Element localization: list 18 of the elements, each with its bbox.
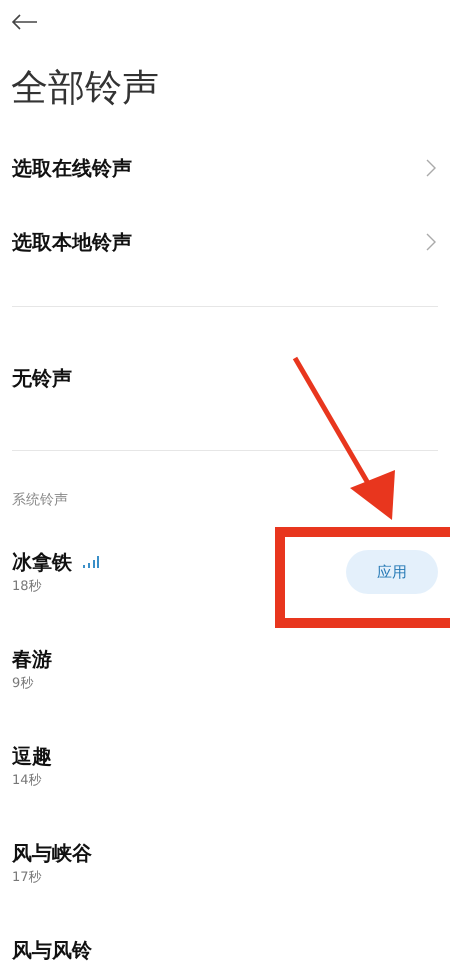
duration-label: 17秒: [12, 869, 43, 887]
chevron-right-icon: [426, 159, 436, 177]
ringtone-name[interactable]: 逗趣: [12, 742, 52, 770]
duration-label: 9秒: [12, 675, 34, 693]
back-arrow-icon[interactable]: [12, 14, 38, 30]
menu-item-label[interactable]: 选取在线铃声: [12, 154, 132, 182]
no-ringtone-option[interactable]: 无铃声: [12, 365, 72, 392]
apply-button[interactable]: 应用: [346, 550, 438, 594]
chevron-right-icon: [426, 233, 436, 251]
duration-label: 14秒: [12, 772, 43, 790]
duration-label: 18秒: [12, 578, 43, 596]
page-title: 全部铃声: [11, 64, 159, 110]
ringtone-name[interactable]: 春游: [12, 645, 52, 673]
ringtone-name[interactable]: 风与峡谷: [12, 839, 92, 867]
menu-item-label[interactable]: 选取本地铃声: [12, 228, 132, 256]
ringtone-name[interactable]: 风与风铃: [12, 936, 92, 964]
section-header: 系统铃声: [12, 492, 68, 508]
ringtone-name[interactable]: 冰拿铁: [12, 548, 72, 576]
